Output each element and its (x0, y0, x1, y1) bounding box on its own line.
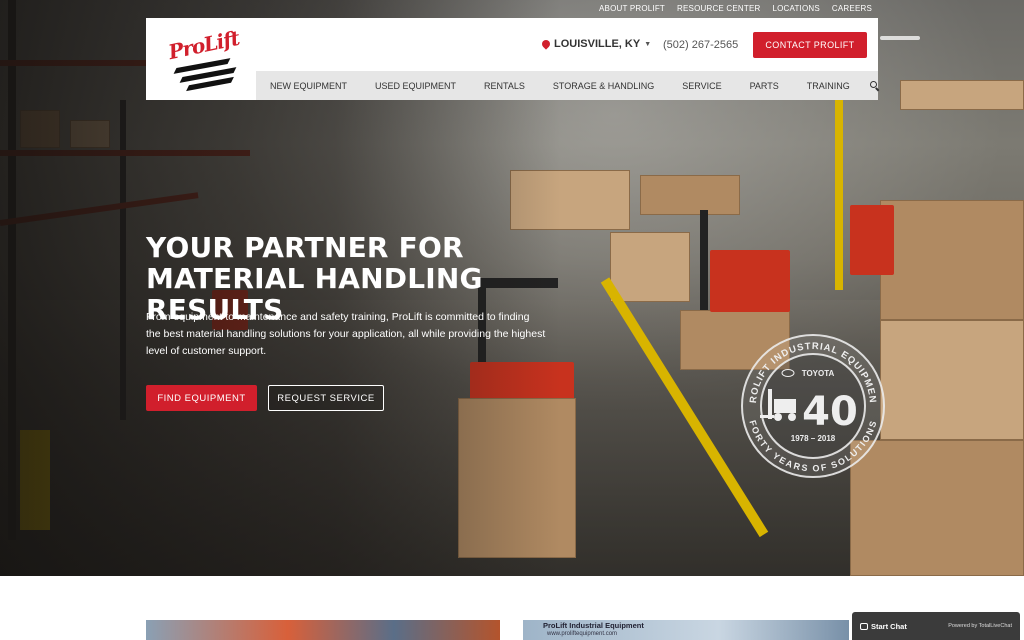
phone-number[interactable]: (502) 267-2565 (663, 39, 738, 51)
map-pin-icon (540, 38, 552, 50)
location-city: LOUISVILLE, KY (554, 38, 641, 50)
prolift-logo-mark: ProLift (166, 26, 241, 92)
anniversary-badge: PROLIFT INDUSTRIAL EQUIPMENT FORTY YEARS… (740, 333, 885, 478)
nav-item-rentals[interactable]: RENTALS (470, 81, 539, 91)
feature-card-photo-2[interactable]: ProLift Industrial Equipment www.prolift… (523, 620, 849, 640)
utility-link-resource-center[interactable]: RESOURCE CENTER (677, 4, 760, 13)
chevron-down-icon: ▼ (644, 40, 652, 48)
chat-bubble-icon (860, 622, 868, 630)
site-header: ProLift LOUISVILLE, KY ▼ (502) 267-2565 … (146, 18, 880, 100)
utility-link-locations[interactable]: LOCATIONS (772, 4, 819, 13)
utility-link-about[interactable]: ABOUT PROLIFT (599, 4, 665, 13)
chat-powered-by: Powered by TotalLiveChat (948, 623, 1012, 629)
card-2-subtitle: www.proliftequipment.com (547, 631, 618, 637)
feature-card-photo-1[interactable] (146, 620, 500, 640)
card-2-title: ProLift Industrial Equipment (543, 621, 644, 630)
badge-brand: TOYOTA (802, 369, 835, 378)
live-chat-widget[interactable]: Start Chat Powered by TotalLiveChat (852, 612, 1020, 640)
prolift-logo[interactable]: ProLift (146, 18, 256, 100)
start-chat-label: Start Chat (871, 621, 907, 631)
badge-years: 1978 – 2018 (791, 434, 836, 443)
badge-number: 40 (802, 389, 858, 435)
page: ABOUT PROLIFT RESOURCE CENTER LOCATIONS … (0, 0, 1024, 640)
utility-nav: ABOUT PROLIFT RESOURCE CENTER LOCATIONS … (599, 4, 872, 13)
find-equipment-button[interactable]: FIND EQUIPMENT (146, 385, 257, 411)
utility-link-careers[interactable]: CAREERS (832, 4, 872, 13)
nav-item-used-equipment[interactable]: USED EQUIPMENT (361, 81, 470, 91)
request-service-button[interactable]: REQUEST SERVICE (268, 385, 384, 411)
nav-item-service[interactable]: SERVICE (668, 81, 735, 91)
hero-intro-text: From equipment to maintenance and safety… (146, 311, 546, 357)
main-nav: NEW EQUIPMENT USED EQUIPMENT RENTALS STO… (256, 71, 880, 100)
contact-prolift-button[interactable]: CONTACT PROLIFT (753, 32, 867, 58)
nav-item-parts[interactable]: PARTS (736, 81, 793, 91)
nav-item-training[interactable]: TRAINING (793, 81, 864, 91)
search-icon[interactable] (869, 80, 880, 91)
nav-item-new-equipment[interactable]: NEW EQUIPMENT (256, 81, 361, 91)
start-chat-button[interactable]: Start Chat (860, 622, 907, 631)
nav-item-storage-handling[interactable]: STORAGE & HANDLING (539, 81, 668, 91)
location-selector[interactable]: LOUISVILLE, KY ▼ (540, 38, 652, 50)
